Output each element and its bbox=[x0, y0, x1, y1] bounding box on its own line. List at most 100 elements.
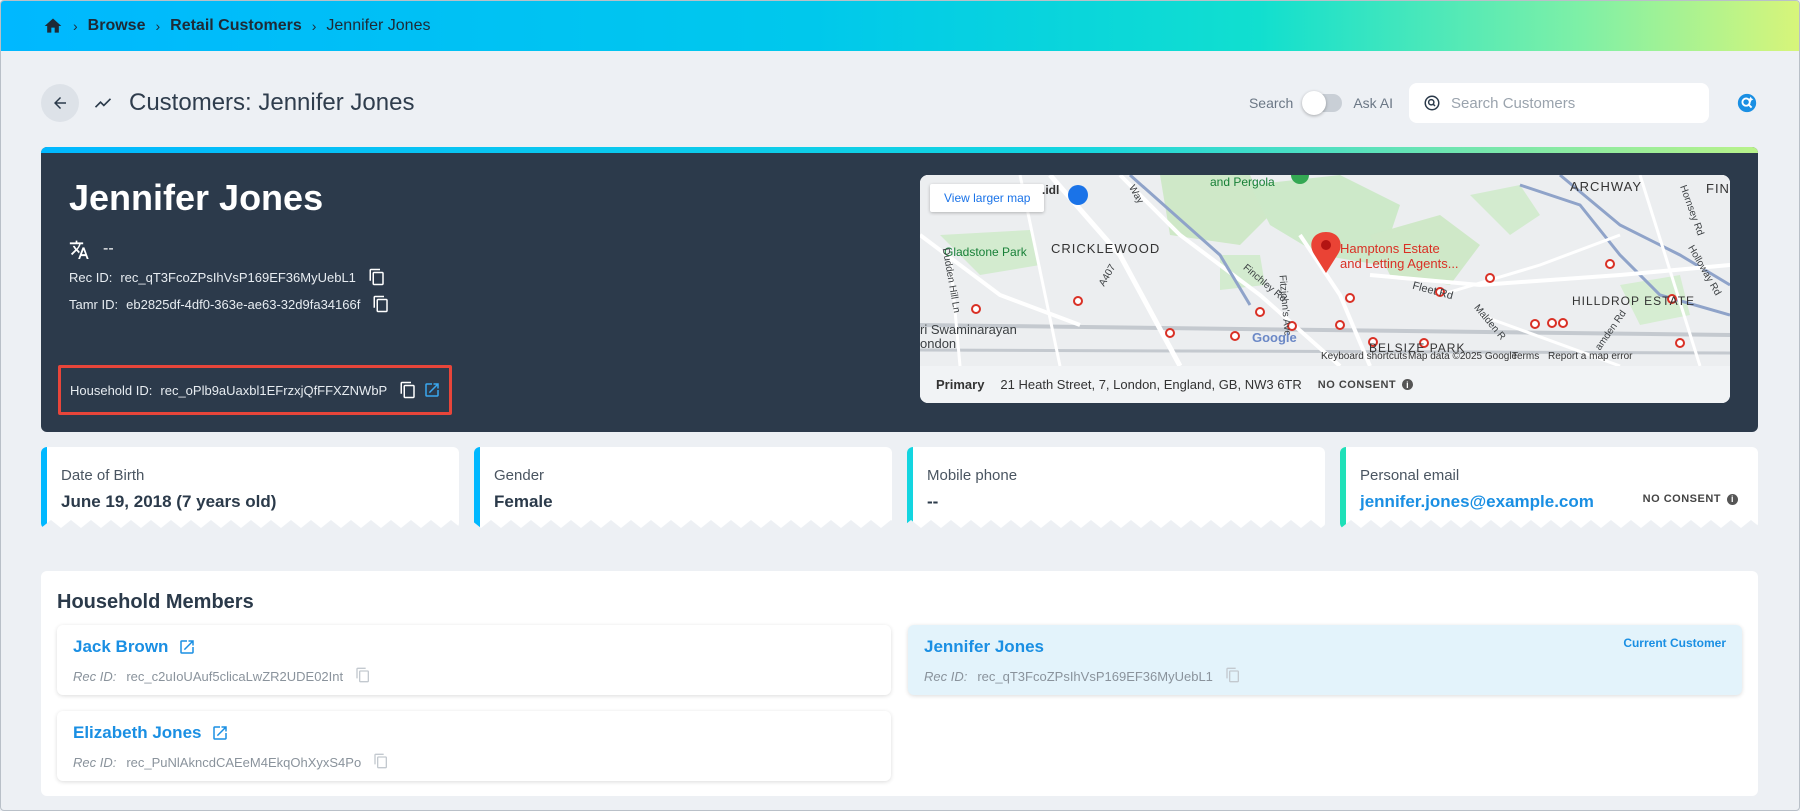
breadcrumb-retail-customers[interactable]: Retail Customers bbox=[170, 17, 302, 35]
header-controls: Search Ask AI bbox=[1249, 83, 1759, 123]
member-name[interactable]: Jack Brown bbox=[73, 637, 168, 657]
member-name-link[interactable]: Elizabeth Jones bbox=[73, 723, 891, 743]
back-button[interactable] bbox=[41, 84, 79, 122]
copy-icon[interactable] bbox=[1225, 667, 1243, 685]
copy-icon[interactable] bbox=[372, 295, 390, 313]
page-title: Customers: Jennifer Jones bbox=[129, 89, 415, 116]
map-label-pergola: and Pergola bbox=[1210, 175, 1275, 189]
household-members-panel: Household Members Jack Brown Rec ID: rec… bbox=[41, 571, 1758, 796]
map-label-hilldrop: HILLDROP ESTATE bbox=[1572, 294, 1696, 308]
chevron-right-icon: › bbox=[73, 18, 78, 34]
household-member-card-current: Jennifer Jones Rec ID: rec_qT3FcoZPsIhVs… bbox=[908, 625, 1742, 695]
torn-edge-divider bbox=[1, 520, 1799, 556]
top-bar: › Browse › Retail Customers › Jennifer J… bbox=[1, 1, 1799, 51]
info-icon[interactable]: i bbox=[1402, 379, 1414, 390]
ai-search-button[interactable] bbox=[1735, 91, 1759, 115]
consent-badge: NO CONSENT i bbox=[1317, 378, 1414, 391]
copy-icon[interactable] bbox=[399, 381, 417, 399]
copy-icon[interactable] bbox=[373, 753, 391, 771]
address-map-card: View larger map .idl and Pergola ARCHWAY… bbox=[920, 175, 1730, 403]
page-header: Customers: Jennifer Jones Search Ask AI bbox=[41, 81, 1759, 125]
consent-text: NO CONSENT bbox=[1317, 378, 1397, 391]
language-row: -- bbox=[69, 239, 114, 259]
info-icon[interactable]: i bbox=[1727, 493, 1738, 505]
google-logo: Google bbox=[1252, 330, 1297, 345]
tamr-id-value: eb2825df-4df0-363e-ae63-32d9fa34166f bbox=[126, 296, 361, 312]
app-window: › Browse › Retail Customers › Jennifer J… bbox=[0, 0, 1800, 811]
map-report-error-link[interactable]: Report a map error bbox=[1548, 351, 1632, 362]
accent-stripe bbox=[41, 147, 1758, 153]
email-consent-text: NO CONSENT bbox=[1642, 493, 1721, 505]
household-id-label: Household ID: bbox=[70, 382, 153, 398]
copy-icon[interactable] bbox=[355, 667, 373, 685]
member-rec-label: Rec ID: bbox=[924, 668, 968, 684]
household-id-value: rec_oPlb9aUaxbl1EFrzxjQfFFXZNWbP bbox=[160, 382, 388, 398]
copy-icon[interactable] bbox=[368, 268, 386, 286]
member-rec-id-row: Rec ID: rec_PuNlAkncdCAEeM4EkqOhXyxS4Po bbox=[73, 753, 891, 771]
mobile-label: Mobile phone bbox=[927, 467, 1018, 484]
member-rec-id: rec_PuNlAkncdCAEeM4EkqOhXyxS4Po bbox=[126, 754, 362, 770]
map-data-credit: Map data ©2025 Google bbox=[1408, 351, 1518, 362]
household-member-card: Jack Brown Rec ID: rec_c2uIoUAuf5clicaLw… bbox=[57, 625, 891, 695]
ask-ai-label: Ask AI bbox=[1353, 95, 1393, 111]
map-label-cricklewood: CRICKLEWOOD bbox=[1051, 241, 1161, 256]
tamr-id-label: Tamr ID: bbox=[69, 296, 119, 312]
breadcrumb: › Browse › Retail Customers › Jennifer J… bbox=[43, 16, 430, 36]
household-id-highlight: Household ID: rec_oPlb9aUaxbl1EFrzxjQfFF… bbox=[58, 365, 452, 415]
arrow-left-icon bbox=[54, 97, 66, 109]
map-label-hamptons: Hamptons Estate bbox=[1340, 241, 1440, 256]
member-rec-id: rec_qT3FcoZPsIhVsP169EF36MyUebL1 bbox=[977, 668, 1213, 684]
view-larger-map-link[interactable]: View larger map bbox=[930, 184, 1045, 212]
current-customer-badge: Current Customer bbox=[1623, 636, 1726, 650]
language-value: -- bbox=[103, 240, 114, 257]
search-ai-toggle[interactable] bbox=[1302, 91, 1343, 115]
chevron-right-icon: › bbox=[155, 18, 161, 34]
open-in-new-icon[interactable] bbox=[423, 381, 441, 399]
dob-label: Date of Birth bbox=[61, 467, 145, 484]
open-in-new-icon[interactable] bbox=[178, 638, 196, 656]
search-box bbox=[1409, 83, 1709, 123]
map-label-idl: .idl bbox=[1042, 183, 1060, 197]
map-label-london: ondon bbox=[920, 336, 957, 351]
address-type: Primary bbox=[936, 377, 985, 392]
translate-icon bbox=[69, 240, 89, 259]
map-label-fin: FIN bbox=[1706, 181, 1730, 196]
household-members-title: Household Members bbox=[57, 591, 254, 613]
rec-id-row: Rec ID: rec_qT3FcoZPsIhVsP169EF36MyUebL1 bbox=[69, 268, 386, 286]
email-consent-badge: NO CONSENT i bbox=[1643, 493, 1738, 505]
rec-id-value: rec_qT3FcoZPsIhVsP169EF36MyUebL1 bbox=[120, 269, 356, 285]
dob-value: June 19, 2018 (7 years old) bbox=[61, 492, 277, 511]
breadcrumb-current: Jennifer Jones bbox=[326, 17, 431, 34]
ai-search-icon bbox=[1737, 93, 1757, 113]
search-icon bbox=[1424, 95, 1440, 111]
toggle-knob bbox=[1302, 91, 1327, 115]
member-rec-id-row: Rec ID: rec_c2uIoUAuf5clicaLwZR2UDE02Int bbox=[73, 667, 891, 685]
open-in-new-icon[interactable] bbox=[211, 724, 229, 742]
map-label-gladstone: Gladstone Park bbox=[944, 245, 1027, 259]
member-name-link[interactable]: Jack Brown bbox=[73, 637, 891, 657]
home-icon[interactable] bbox=[43, 16, 63, 36]
map-label-archway: ARCHWAY bbox=[1570, 179, 1642, 194]
trending-icon bbox=[93, 92, 115, 114]
search-mode-label: Search bbox=[1248, 95, 1294, 111]
breadcrumb-browse[interactable]: Browse bbox=[88, 17, 146, 35]
map[interactable]: View larger map .idl and Pergola ARCHWAY… bbox=[920, 175, 1730, 366]
member-rec-label: Rec ID: bbox=[73, 754, 117, 770]
address-text: 21 Heath Street, 7, London, England, GB,… bbox=[1000, 377, 1302, 392]
customer-summary-card: Jennifer Jones -- Rec ID: rec_qT3FcoZPsI… bbox=[41, 147, 1758, 432]
customer-name: Jennifer Jones bbox=[69, 177, 324, 218]
member-rec-label: Rec ID: bbox=[73, 668, 117, 684]
gender-label: Gender bbox=[494, 467, 545, 484]
search-input[interactable] bbox=[1451, 94, 1681, 112]
household-member-card: Elizabeth Jones Rec ID: rec_PuNlAkncdCAE… bbox=[57, 711, 891, 781]
gender-value: Female bbox=[494, 492, 553, 511]
email-label: Personal email bbox=[1360, 467, 1460, 484]
map-terms-link[interactable]: Terms bbox=[1512, 351, 1539, 362]
map-keyboard-shortcuts[interactable]: Keyboard shortcuts bbox=[1321, 351, 1407, 362]
member-rec-id-row: Rec ID: rec_qT3FcoZPsIhVsP169EF36MyUebL1 bbox=[924, 667, 1742, 685]
map-label-swaminarayan: ri Swaminarayan bbox=[920, 322, 1017, 337]
member-name[interactable]: Jennifer Jones bbox=[924, 637, 1044, 657]
member-name-link[interactable]: Jennifer Jones bbox=[924, 637, 1742, 657]
member-rec-id: rec_c2uIoUAuf5clicaLwZR2UDE02Int bbox=[126, 668, 344, 684]
member-name[interactable]: Elizabeth Jones bbox=[73, 723, 201, 743]
